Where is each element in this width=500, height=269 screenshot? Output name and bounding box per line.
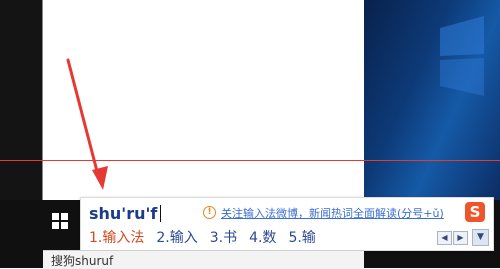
sogou-logo-letter: S <box>469 203 481 221</box>
dark-window-strip <box>0 0 42 200</box>
taskbar-search-box[interactable]: 搜狗shuruf <box>43 250 364 269</box>
triangle-right-icon[interactable]: ▶ <box>453 231 468 245</box>
red-guide-line <box>0 160 500 161</box>
triangle-left-icon[interactable]: ◀ <box>437 231 452 245</box>
candidate-list: 1.输入法 2.输入 3.书 4.数 5.输 <box>89 227 328 247</box>
candidate-5[interactable]: 5.输 <box>288 227 315 247</box>
candidate-1[interactable]: 1.输入法 <box>89 227 144 247</box>
candidate-4[interactable]: 4.数 <box>249 227 276 247</box>
triangle-down-icon[interactable]: ▼ <box>472 229 489 246</box>
candidate-3[interactable]: 3.书 <box>210 227 237 247</box>
text-caret <box>160 205 161 222</box>
windows-wallpaper-logo-icon <box>440 16 484 96</box>
page-navigation: ◀ ▶ <box>437 231 469 245</box>
blank-window-area <box>43 0 364 200</box>
search-input-text: 搜狗shuruf <box>51 254 114 268</box>
candidate-2[interactable]: 2.输入 <box>156 227 197 247</box>
ime-candidate-window: shu'ru'f ! 关注输入法微博，新闻热词全面解读(分号+ǔ) S 1.输入… <box>80 197 494 251</box>
pinyin-composition: shu'ru'f <box>89 204 158 223</box>
weibo-news-link[interactable]: 关注输入法微博，新闻热词全面解读(分号+ǔ) <box>221 205 444 221</box>
windows-start-icon[interactable] <box>52 213 68 229</box>
sogou-s-icon[interactable]: S <box>465 202 485 222</box>
info-circle-icon: ! <box>203 206 216 219</box>
